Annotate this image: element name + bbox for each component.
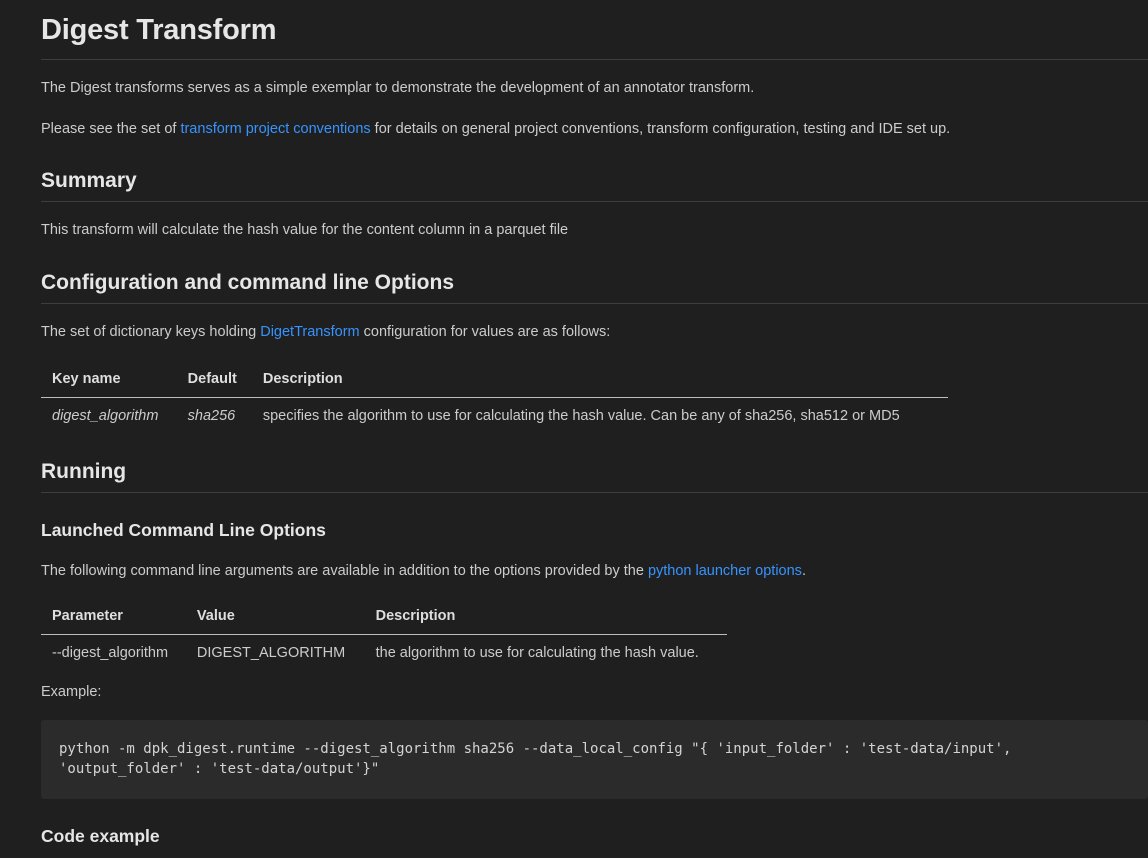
config-cell-key: digest_algorithm [52,407,159,424]
param-cell-parameter: --digest_algorithm [52,644,169,661]
code-line: 'output_folder' : 'test-data/output'}" [59,761,380,777]
code-example-heading: Code example [41,826,160,846]
param-col-value: Value [185,598,365,635]
diget-transform-link[interactable]: DigetTransform [260,324,359,340]
summary-heading: Summary [41,169,137,192]
config-cell-default: sha256 [187,407,236,424]
example-label: Example: [41,684,102,700]
intro-paragraph: The Digest transforms serves as a simple… [41,80,755,96]
config-text-after: configuration for values are as follows: [359,324,611,340]
table-row: digest_algorithm sha256 specifies the al… [41,398,948,434]
launcher-text-after: . [801,563,806,579]
title-divider [41,59,1148,60]
config-col-key-name: Key name [41,361,177,398]
summary-paragraph: This transform will calculate the hash v… [41,222,569,238]
conventions-text-before: Please see the set of [41,121,181,137]
summary-divider [41,201,1148,202]
config-heading: Configuration and command line Options [41,271,454,294]
parameter-table-header-row: Parameter Value Description [41,598,727,635]
conventions-link[interactable]: transform project conventions [180,121,370,137]
config-divider [41,303,1148,304]
param-cell-description: the algorithm to use for calculating the… [375,644,699,661]
launcher-paragraph: The following command line arguments are… [41,563,806,579]
code-line: python -m dpk_digest.runtime --digest_al… [59,741,1012,757]
config-table: Key name Default Description digest_algo… [41,361,948,433]
config-paragraph: The set of dictionary keys holding Diget… [41,324,610,340]
python-launcher-options-link[interactable]: python launcher options [648,563,802,579]
conventions-paragraph: Please see the set of transform project … [41,121,950,137]
page-title: Digest Transform [41,14,277,46]
running-heading: Running [41,460,127,483]
code-block[interactable]: python -m dpk_digest.runtime --digest_al… [41,720,1148,799]
running-divider [41,492,1148,493]
launched-options-heading: Launched Command Line Options [41,520,326,540]
table-row: --digest_algorithm DIGEST_ALGORITHM the … [41,635,727,671]
param-col-parameter: Parameter [41,598,186,635]
config-table-header-row: Key name Default Description [41,361,948,398]
config-text-before: The set of dictionary keys holding [41,324,261,340]
config-col-default: Default [176,361,252,398]
config-col-description: Description [251,361,948,398]
conventions-text-after: for details on general project conventio… [370,121,951,137]
parameter-table: Parameter Value Description --digest_alg… [41,598,727,670]
param-col-description: Description [364,598,727,635]
param-cell-value: DIGEST_ALGORITHM [196,644,346,661]
launcher-text-before: The following command line arguments are… [41,563,648,579]
config-cell-description: specifies the algorithm to use for calcu… [262,407,900,424]
